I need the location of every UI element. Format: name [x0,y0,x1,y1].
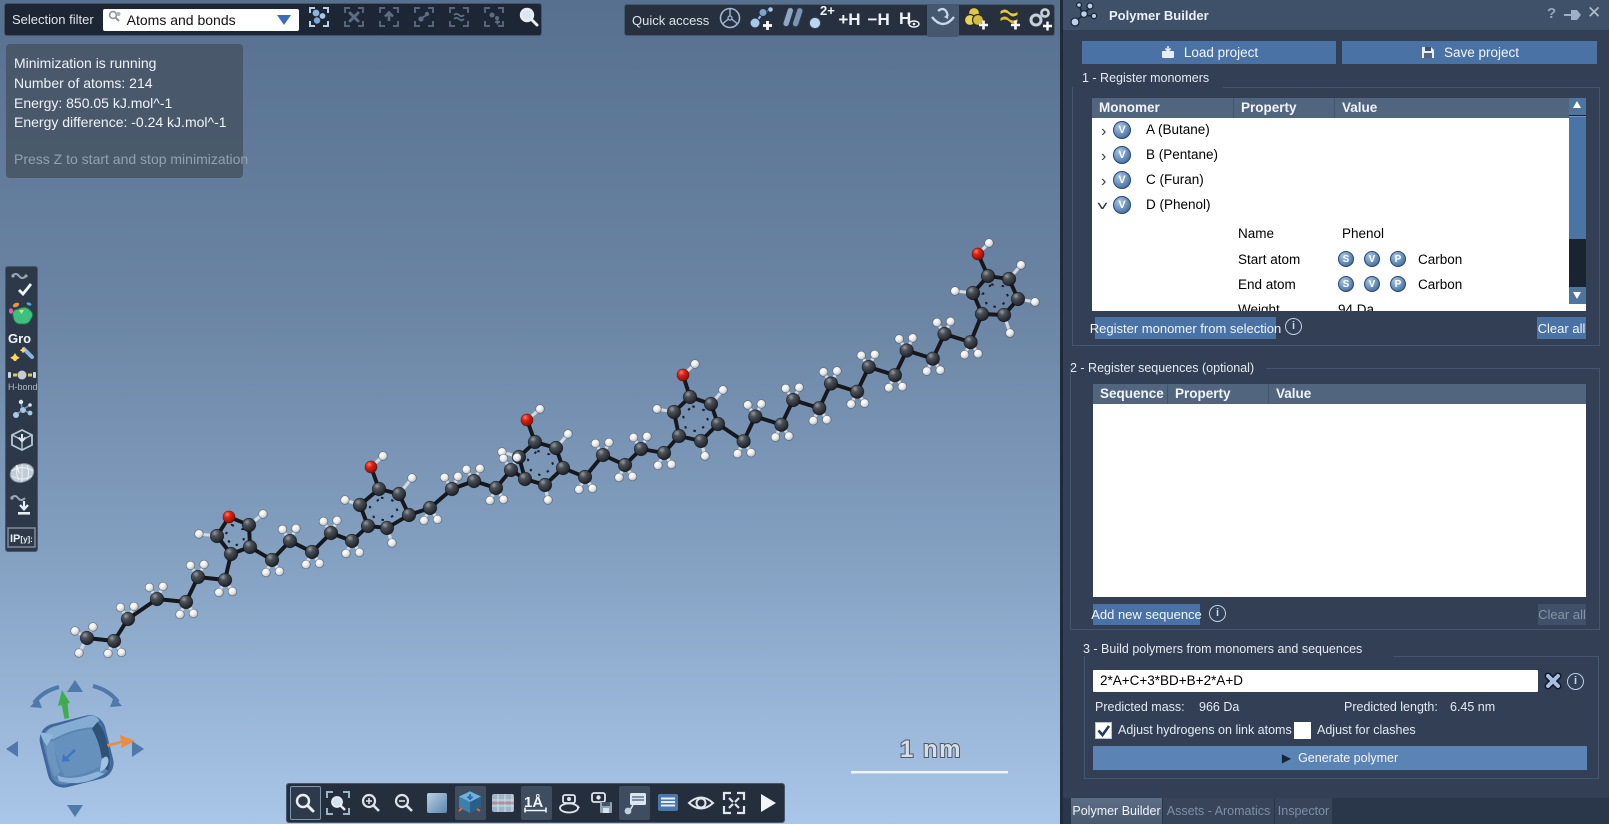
svg-text:Gro: Gro [8,331,31,346]
svg-text:H-bond: H-bond [8,382,37,392]
svg-text:1 nm: 1 nm [900,736,962,763]
svg-text:2+: 2+ [820,5,835,18]
svg-text:1Å: 1Å [524,794,543,811]
svg-text:IP[y]:: IP[y]: [10,533,33,545]
